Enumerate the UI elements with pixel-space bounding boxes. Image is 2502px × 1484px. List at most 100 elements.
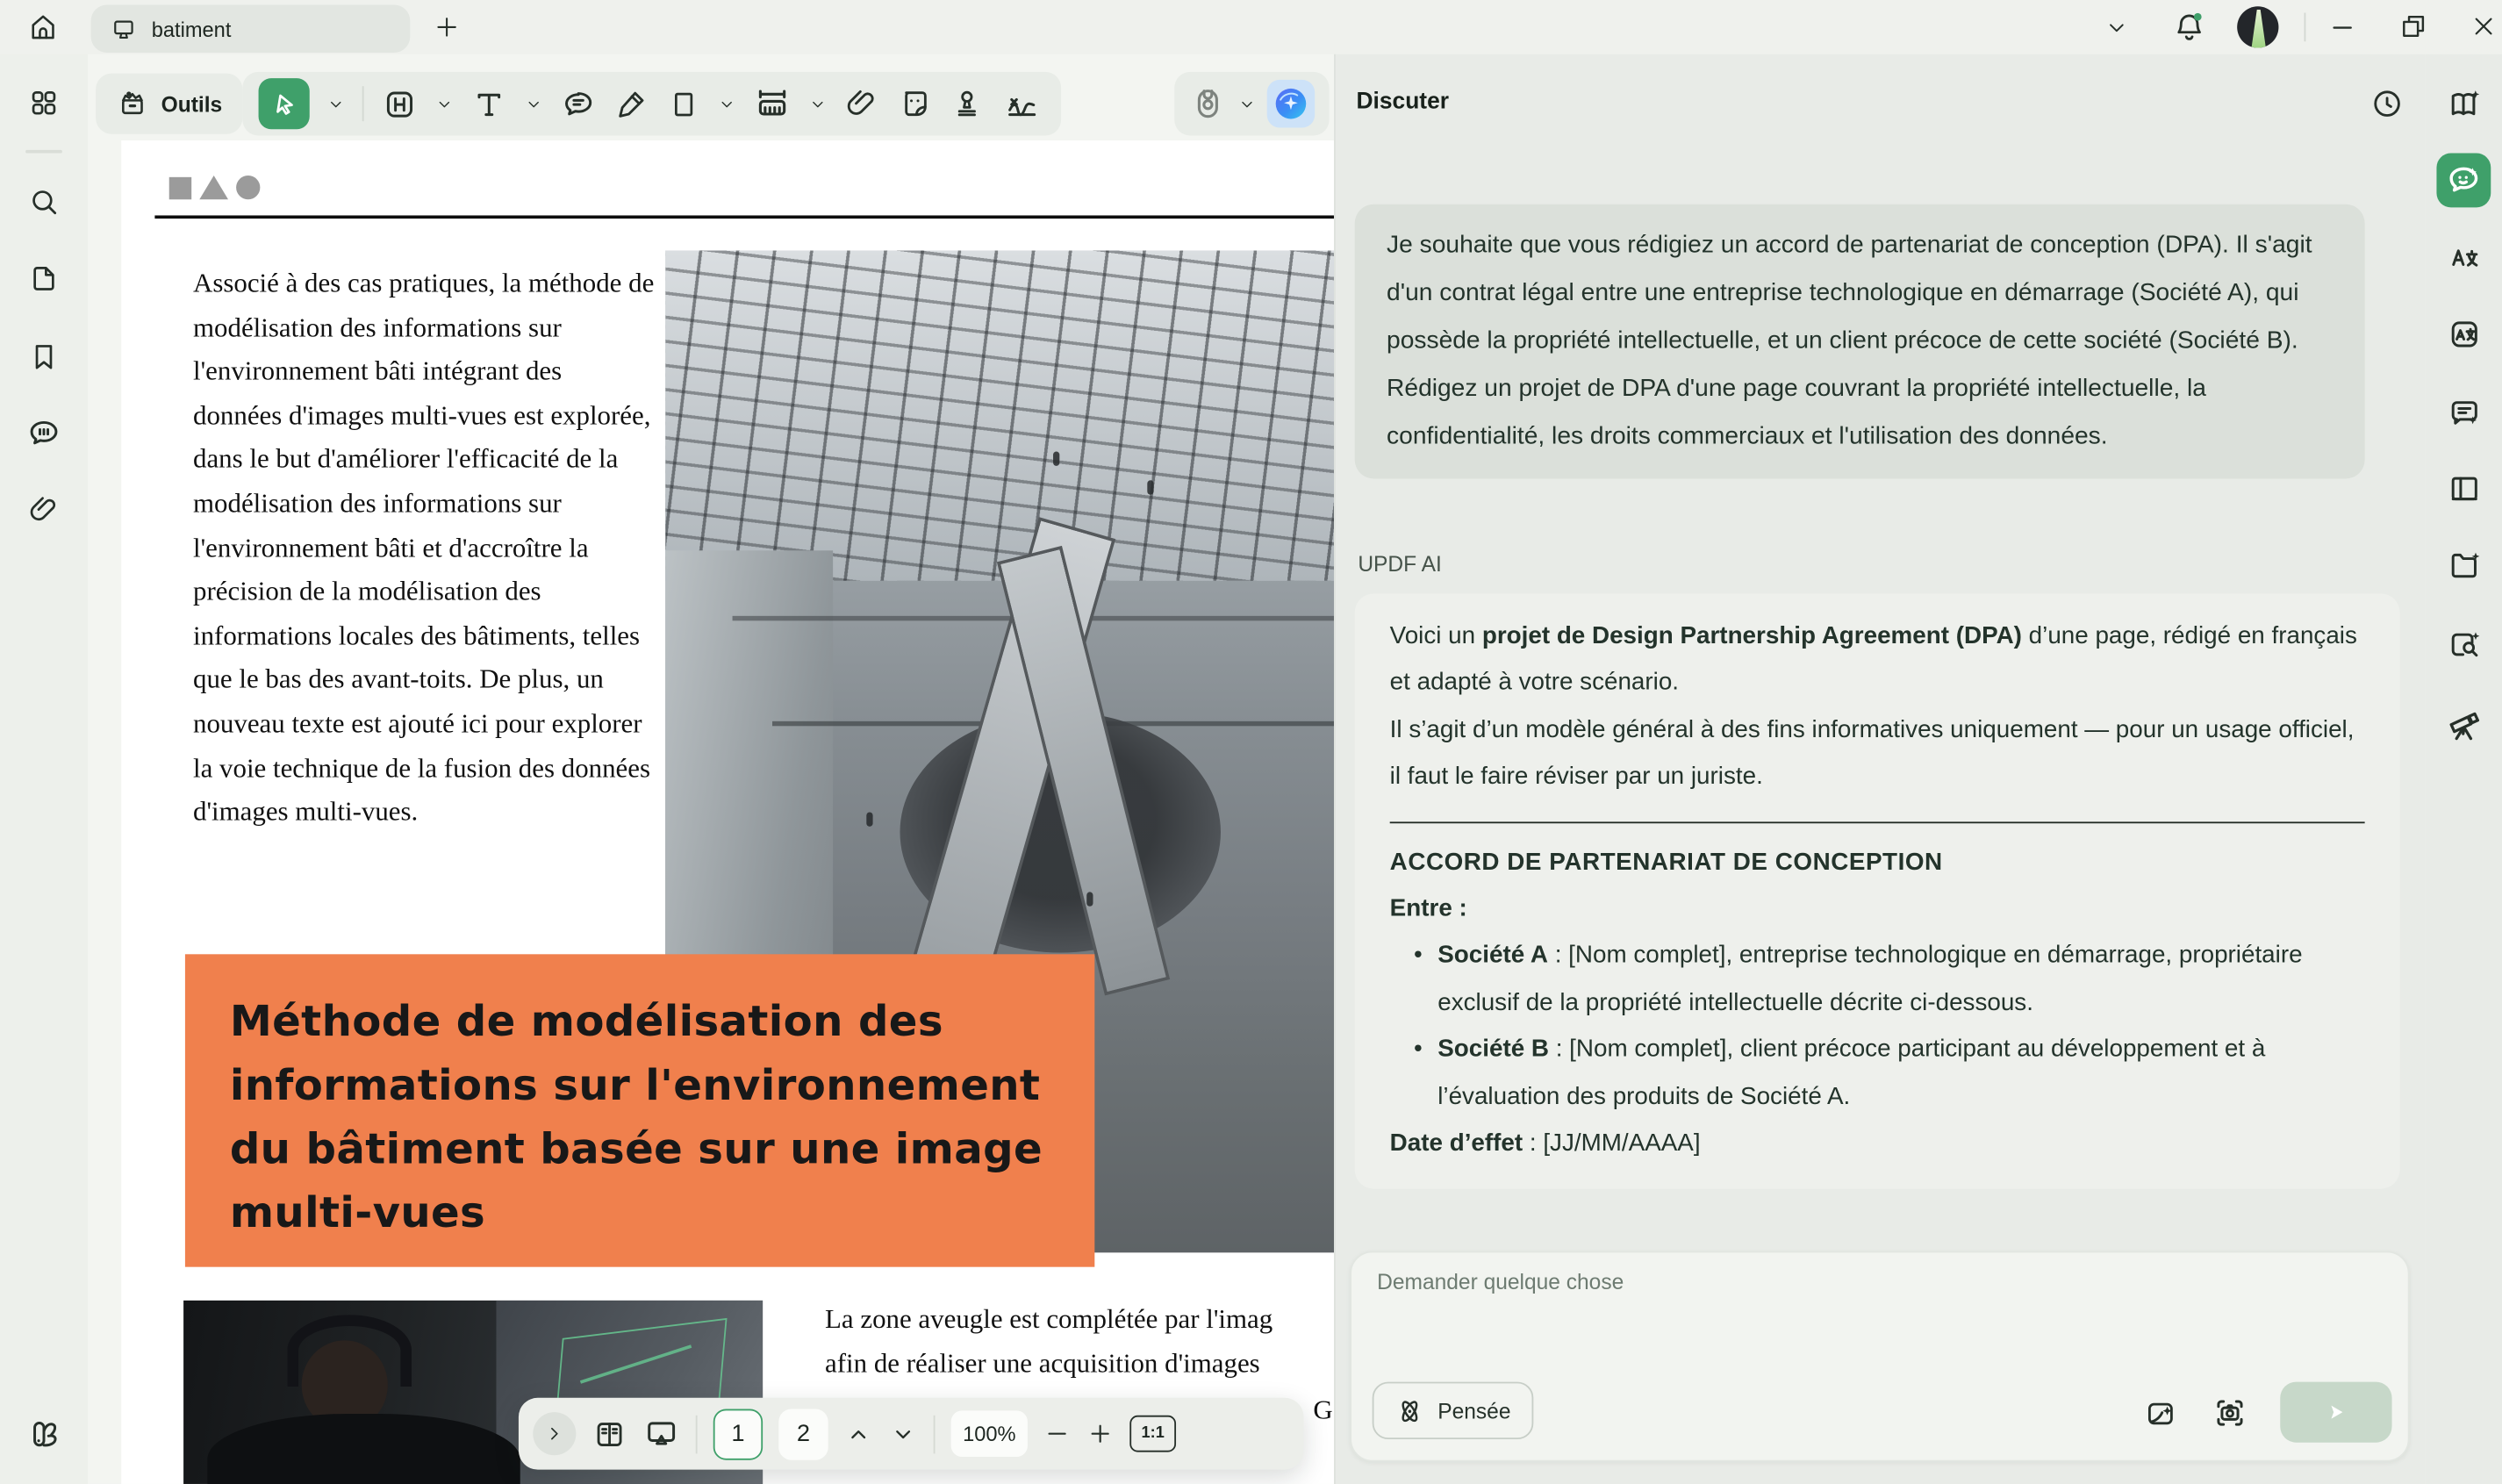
thinking-mode-button[interactable]: Pensée <box>1373 1382 1533 1439</box>
document-title-text: Méthode de modélisation des informations… <box>230 991 1050 1246</box>
ai-summary-button[interactable] <box>2446 394 2483 431</box>
document-title-block[interactable]: Méthode de modélisation des informations… <box>185 954 1094 1266</box>
photo-skylight <box>665 250 1334 581</box>
actual-size-button[interactable]: 1:1 <box>1129 1416 1176 1452</box>
decor-rule[interactable] <box>154 215 1334 219</box>
right-ai-sidebar <box>2426 54 2502 1484</box>
measure-icon[interactable] <box>753 84 792 123</box>
new-tab-button[interactable] <box>434 14 460 39</box>
previous-page-icon[interactable] <box>844 1419 873 1448</box>
ai-chat-panel: Discuter Je souhaite que vous rédigiez u… <box>1334 54 2426 1484</box>
pages-icon <box>27 262 61 295</box>
tools-menu-label: Outils <box>161 92 223 116</box>
updf-ai-icon <box>1272 84 1310 123</box>
sidebar-item-apps[interactable] <box>27 86 61 119</box>
tab-batiment[interactable]: batiment <box>91 4 411 53</box>
restore-window-icon <box>2398 11 2429 42</box>
tools-menu-button[interactable]: Outils <box>96 74 243 134</box>
page-button-2[interactable]: 2 <box>778 1409 828 1459</box>
send-arrow-icon <box>2322 1398 2351 1427</box>
screenshot-stage: batiment <box>0 0 2502 1484</box>
zoom-out-icon[interactable] <box>1043 1420 1071 1447</box>
ai-files-button[interactable] <box>2446 548 2483 584</box>
chat-input-box[interactable]: Pensée <box>1350 1251 2409 1462</box>
attach-icon[interactable] <box>844 86 879 121</box>
pdf-page[interactable]: Associé à des cas pratiques, la méthode … <box>121 140 1334 1484</box>
next-page-icon[interactable] <box>889 1419 918 1448</box>
presentation-mode-icon[interactable] <box>643 1416 680 1452</box>
ai-reader-button[interactable] <box>2446 86 2483 123</box>
notifications-button[interactable] <box>2172 10 2207 53</box>
reading-mode-button[interactable] <box>2446 470 2483 507</box>
decor-circle[interactable] <box>236 176 260 199</box>
ai-translate-button[interactable] <box>2446 240 2483 276</box>
photo-person-body <box>206 1415 519 1484</box>
ai-between-label: Entre : <box>1390 885 2365 932</box>
minimize-button[interactable] <box>2328 13 2357 42</box>
pen-icon[interactable] <box>614 86 649 121</box>
home-icon <box>27 11 59 43</box>
translate-icon <box>2446 240 2483 276</box>
document-paragraph[interactable]: Associé à des cas pratiques, la méthode … <box>193 262 654 834</box>
select-tool-button[interactable] <box>259 78 310 129</box>
image-sparkle-icon <box>2143 1396 2178 1431</box>
user-avatar[interactable] <box>2237 6 2278 47</box>
home-button[interactable] <box>27 11 59 43</box>
comment-bubble-icon[interactable] <box>560 85 597 122</box>
updf-ai-button[interactable] <box>1267 80 1316 128</box>
zoom-in-icon[interactable] <box>1086 1420 1114 1447</box>
insert-image-button[interactable] <box>2143 1396 2178 1431</box>
page-button-1[interactable]: 1 <box>713 1409 763 1459</box>
bookmark-icon <box>27 340 61 373</box>
ai-agreement-heading: ACCORD DE PARTENARIAT DE CONCEPTION <box>1390 839 2365 885</box>
ai-message-bubble: Voici un projet de Design Partnership Ag… <box>1355 593 2400 1189</box>
chat-input-field[interactable] <box>1374 1267 2274 1382</box>
thumbnail-view-icon[interactable] <box>592 1416 627 1452</box>
ai-toolbar <box>1174 72 1329 136</box>
sticker-icon[interactable] <box>897 86 932 121</box>
document-caption[interactable]: La zone aveugle est complétée par l'imag… <box>825 1297 1334 1387</box>
ai-search-button[interactable] <box>2446 626 2483 663</box>
ai-intro: Voici un projet de Design Partnership Ag… <box>1390 613 2365 706</box>
decor-square[interactable] <box>169 177 191 199</box>
document-viewport[interactable]: Associé à des cas pratiques, la méthode … <box>88 54 1334 1484</box>
stamp-icon[interactable] <box>950 86 985 121</box>
heading-icon[interactable] <box>382 85 419 122</box>
redact-icon[interactable] <box>1189 84 1228 123</box>
ai-chat-tab-active[interactable] <box>2436 154 2491 208</box>
toolbar-divider <box>362 86 364 121</box>
sidebar-item-comments[interactable] <box>25 415 62 452</box>
sidebar-item-pages[interactable] <box>27 262 61 295</box>
measure-chevron-icon[interactable] <box>809 95 827 112</box>
explore-telescope-icon <box>2445 704 2484 743</box>
appearance-button[interactable] <box>25 1416 62 1452</box>
sidebar-item-attachments[interactable] <box>27 493 61 527</box>
sidebar-item-bookmarks[interactable] <box>27 340 61 373</box>
ai-files-icon <box>2446 548 2483 584</box>
expand-toolbar-button[interactable] <box>533 1412 576 1455</box>
close-window-button[interactable] <box>2470 13 2498 40</box>
screenshot-button[interactable] <box>2212 1394 2248 1431</box>
chevron-right-icon <box>544 1423 565 1445</box>
ai-explore-button[interactable] <box>2445 704 2484 743</box>
zoom-level-box[interactable]: 100% <box>951 1410 1028 1457</box>
text-chevron-icon[interactable] <box>525 95 542 112</box>
signature-icon[interactable] <box>1002 82 1045 125</box>
ai-translate-page-button[interactable] <box>2446 316 2483 353</box>
text-icon[interactable] <box>470 85 507 122</box>
decor-triangle[interactable] <box>199 176 228 199</box>
annotation-toolbar <box>242 72 1061 136</box>
redact-chevron-icon[interactable] <box>1238 95 1256 112</box>
window-menu-button[interactable] <box>2104 16 2128 39</box>
sidebar-item-search[interactable] <box>27 185 61 219</box>
shapes-chevron-icon[interactable] <box>718 95 735 112</box>
heading-chevron-icon[interactable] <box>435 95 453 112</box>
send-message-button[interactable] <box>2280 1382 2391 1443</box>
caption-line: afin de réaliser une acquisition d'image… <box>825 1342 1334 1387</box>
photo-figure <box>866 812 872 826</box>
shapes-icon[interactable] <box>667 87 700 120</box>
chat-history-button[interactable] <box>2369 86 2405 121</box>
restore-window-button[interactable] <box>2398 11 2429 42</box>
select-tool-chevron-icon[interactable] <box>327 95 345 112</box>
user-message-text: Je souhaite que vous rédigiez un accord … <box>1387 232 2312 450</box>
